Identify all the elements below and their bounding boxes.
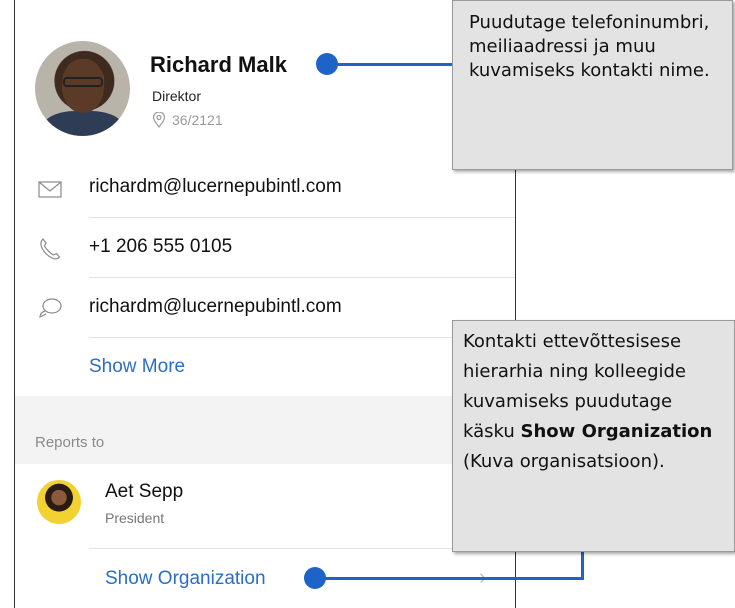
email-text[interactable]: richardm@lucernepubintl.com xyxy=(89,176,342,198)
callout-show-organization: Kontakti ettevõttesisese hierarhia ning … xyxy=(452,320,735,552)
contact-avatar[interactable] xyxy=(35,41,130,136)
callout-connector-line xyxy=(325,63,453,66)
contact-card-panel: Richard Malk Direktor 36/2121 richardm@l… xyxy=(14,0,516,608)
callout-dot xyxy=(316,53,338,75)
chat-row[interactable]: richardm@lucernepubintl.com xyxy=(15,278,515,338)
manager-role: President xyxy=(105,510,165,526)
callout-connector-line xyxy=(581,552,584,580)
callout-dot xyxy=(304,567,326,589)
contact-location: 36/2121 xyxy=(152,112,223,128)
chat-icon xyxy=(39,298,62,318)
callout-text-bold: Show Organization xyxy=(520,421,713,442)
chat-text[interactable]: richardm@lucernepubintl.com xyxy=(89,296,342,318)
callout-contact-name: Puudutage telefoninumbri, meiliaadressi … xyxy=(452,0,733,170)
callout-text-suffix: (Kuva organisatsioon). xyxy=(463,451,665,472)
show-more-link[interactable]: Show More xyxy=(89,356,185,378)
show-organization-link[interactable]: Show Organization xyxy=(105,568,266,590)
contact-title: Direktor xyxy=(152,88,202,104)
avatar-glasses xyxy=(63,77,103,87)
location-text: 36/2121 xyxy=(172,112,223,128)
manager-avatar[interactable] xyxy=(37,480,81,524)
phone-row[interactable]: +1 206 555 0105 xyxy=(15,218,515,278)
email-row[interactable]: richardm@lucernepubintl.com xyxy=(15,158,515,218)
callout-text: Puudutage telefoninumbri, meiliaadressi … xyxy=(469,12,710,81)
reports-to-section: Reports to xyxy=(15,396,515,464)
phone-text[interactable]: +1 206 555 0105 xyxy=(89,236,232,258)
contact-name[interactable]: Richard Malk xyxy=(150,52,287,78)
avatar-shirt xyxy=(43,111,123,136)
reports-to-label: Reports to xyxy=(35,434,105,451)
callout-connector-line xyxy=(313,577,584,580)
location-pin-icon xyxy=(152,112,166,128)
manager-name[interactable]: Aet Sepp xyxy=(105,481,183,503)
phone-icon xyxy=(40,238,61,260)
mail-icon xyxy=(38,181,62,198)
contact-header: Richard Malk Direktor 36/2121 xyxy=(15,0,515,158)
